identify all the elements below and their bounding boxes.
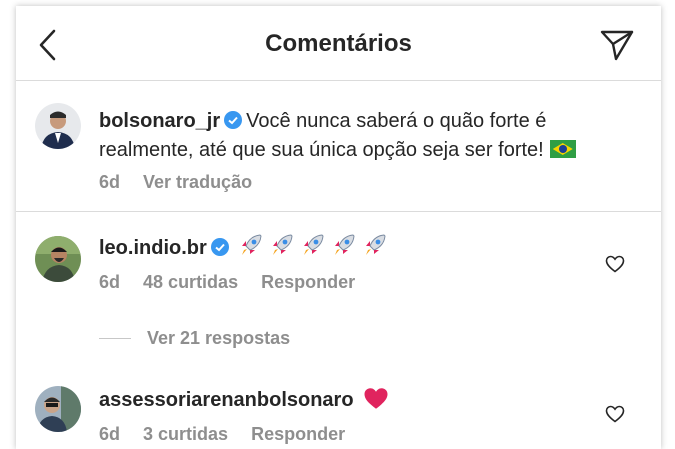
view-replies-button[interactable]: Ver 21 respostas [99,328,290,349]
caption-text-block: bolsonaro_jr Você nunca saberá o quão for… [99,107,644,165]
comment-text-block: assessoriarenanbolsonaro [99,386,389,415]
brazil-flag-icon [549,140,576,158]
rocket-icon [273,234,293,255]
replies-divider-line [99,338,131,339]
like-heart-icon[interactable] [605,405,625,423]
paper-plane-icon [600,30,634,61]
comment-username[interactable]: leo.indio.br [99,237,207,259]
avatar[interactable] [35,236,81,282]
likes-count[interactable]: 48 curtidas [143,272,238,292]
comment-meta: 6d 48 curtidas Responder [99,272,373,293]
comment-emoji [238,234,393,259]
like-heart-icon[interactable] [605,255,625,273]
verified-badge-icon [210,238,229,256]
avatar-image [35,103,81,149]
verified-badge-icon [224,111,243,129]
page-title: Comentários [265,30,412,57]
rocket-icon [335,234,355,255]
caption-username[interactable]: bolsonaro_jr [99,110,220,132]
comment-username[interactable]: assessoriarenanbolsonaro [99,389,354,411]
post-caption: bolsonaro_jr Você nunca saberá o quão for… [16,81,661,212]
red-heart-icon [364,388,388,409]
reply-button[interactable]: Responder [251,424,345,444]
caption-meta: 6d Ver tradução [99,172,270,193]
comment-time: 6d [99,272,121,292]
avatar-image [35,236,81,282]
likes-count[interactable]: 3 curtidas [143,424,228,444]
share-button[interactable] [599,28,635,62]
avatar-image [35,386,81,432]
rocket-icon [366,234,386,255]
comment-meta: 6d 3 curtidas Responder [99,424,363,445]
reply-button[interactable]: Responder [261,272,355,292]
avatar[interactable] [35,386,81,432]
avatar[interactable] [35,103,81,149]
translate-link[interactable]: Ver tradução [143,172,252,192]
rocket-icon [304,234,324,255]
comment-text-block: leo.indio.br [99,232,393,263]
rocket-icon [242,234,262,255]
caption-time: 6d [99,172,121,192]
header-bar: Comentários [16,6,661,81]
view-replies-label: Ver 21 respostas [147,328,291,348]
comments-screen: Comentários bolsonaro_jr Você nunca saber… [16,6,661,449]
comment-time: 6d [99,424,121,444]
